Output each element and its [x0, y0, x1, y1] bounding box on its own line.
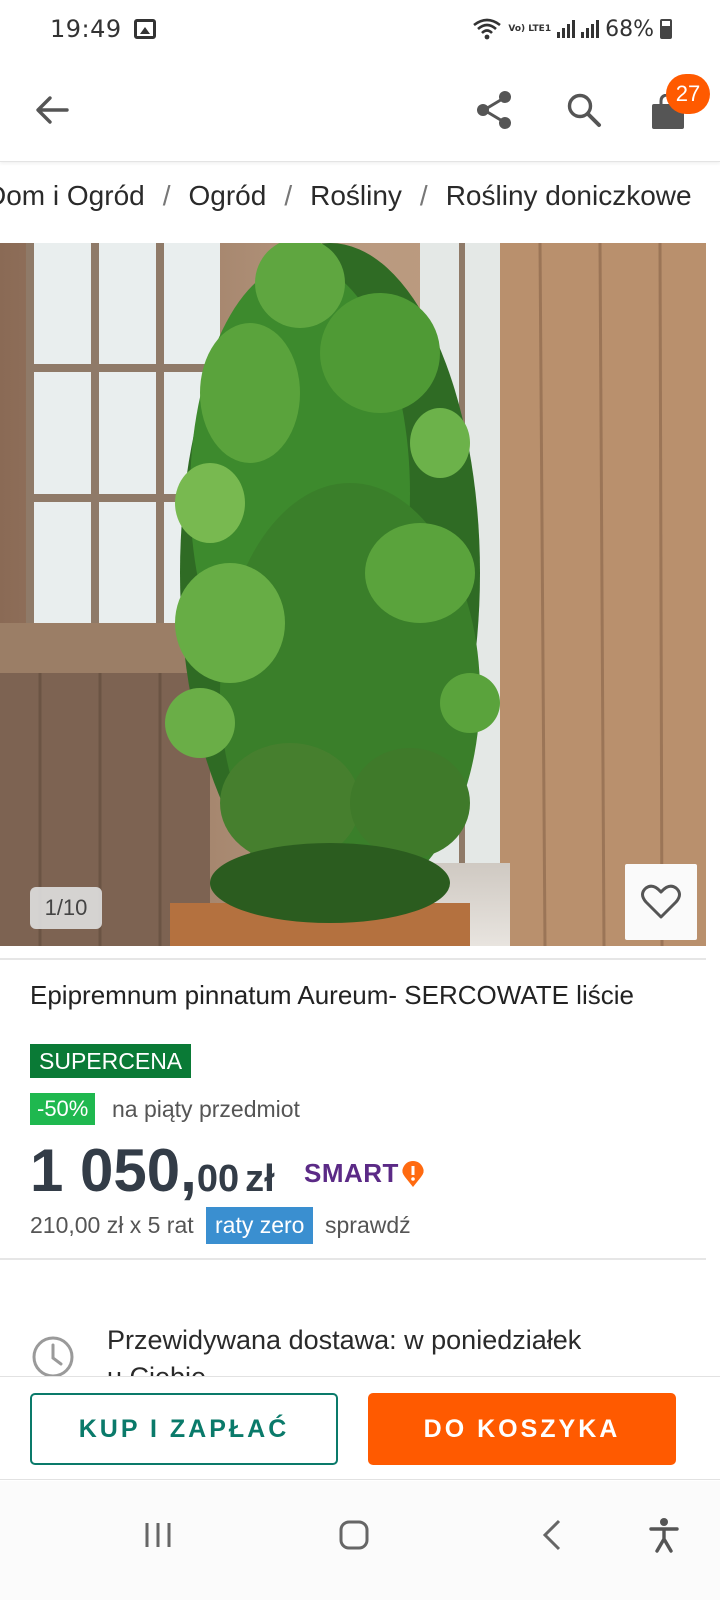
battery-percent: 68% [605, 16, 654, 42]
cart-count-badge: 27 [666, 74, 710, 114]
status-indicators: Vo) LTE1 68% [472, 17, 672, 42]
breadcrumb-separator: / [419, 180, 428, 211]
breadcrumb-item[interactable]: Ogród [189, 180, 267, 212]
heart-icon [641, 884, 681, 919]
accessibility-icon [649, 1518, 679, 1553]
system-navigation-bar [0, 1481, 720, 1600]
smart-label: SMART [304, 1158, 399, 1188]
home-icon [339, 1520, 369, 1550]
action-bar: KUP I ZAPŁAĆ DO KOSZYKA [0, 1376, 720, 1480]
wifi-icon [473, 18, 502, 40]
raty-zero-badge[interactable]: raty zero [206, 1207, 314, 1244]
share-icon [477, 91, 511, 129]
recent-apps-icon [145, 1523, 171, 1547]
status-bar: 19:49 Vo) LTE1 68% [0, 0, 720, 58]
product-price: 1 050,00 zł [30, 1136, 275, 1205]
accessibility-button[interactable] [634, 1505, 694, 1565]
clock-icon [32, 1336, 74, 1378]
image-counter: 1/10 [30, 887, 102, 929]
breadcrumb: Dom i Ogród / Ogród / Rośliny / Rośliny … [0, 180, 720, 212]
breadcrumb-item[interactable]: Dom i Ogród [0, 180, 145, 212]
supercena-badge: SUPERCENA [30, 1044, 192, 1078]
signal-icon-1 [557, 20, 576, 38]
breadcrumb-separator: / [162, 180, 171, 211]
discount-text: na piąty przedmiot [112, 1096, 300, 1122]
back-button[interactable] [24, 82, 80, 138]
price-integer: 1 050, [30, 1137, 197, 1204]
home-button[interactable] [324, 1505, 384, 1565]
plant-photo [0, 243, 706, 946]
chevron-left-icon [542, 1519, 561, 1551]
volte-lte-icon: Vo) LTE1 [508, 23, 552, 34]
divider [0, 958, 706, 960]
favorite-button[interactable] [625, 864, 697, 940]
smart-logo: SMART [304, 1158, 425, 1189]
buy-now-button[interactable]: KUP I ZAPŁAĆ [30, 1393, 338, 1465]
divider [0, 1258, 706, 1260]
search-icon [567, 93, 601, 127]
arrow-left-icon [36, 96, 69, 124]
price-decimal: 00 [196, 1158, 240, 1200]
breadcrumb-separator: / [284, 180, 293, 211]
recent-apps-button[interactable] [128, 1505, 188, 1565]
delivery-estimate: Przewidywana dostawa: w poniedziałek [107, 1325, 582, 1355]
search-button[interactable] [556, 82, 612, 138]
discount-badge: -50% [30, 1093, 96, 1125]
product-title: Epipremnum pinnatum Aureum- SERCOWATE li… [30, 980, 634, 1010]
share-button[interactable] [466, 82, 522, 138]
price-currency: zł [245, 1158, 275, 1200]
gallery-notification-icon [133, 19, 156, 39]
status-time: 19:49 [50, 15, 122, 43]
breadcrumb-item[interactable]: Rośliny [310, 180, 402, 212]
installment-text: 210,00 zł x 5 rat [30, 1212, 194, 1238]
breadcrumb-item[interactable]: Rośliny doniczkowe [446, 180, 692, 212]
product-image[interactable] [0, 243, 706, 946]
battery-icon [660, 19, 672, 39]
add-to-cart-button[interactable]: DO KOSZYKA [368, 1393, 676, 1465]
app-bar: 27 [0, 58, 720, 162]
system-back-button[interactable] [522, 1505, 582, 1565]
installment-check-link[interactable]: sprawdź [325, 1212, 411, 1239]
smart-pin-icon [401, 1160, 425, 1188]
signal-icon-2 [581, 20, 600, 38]
